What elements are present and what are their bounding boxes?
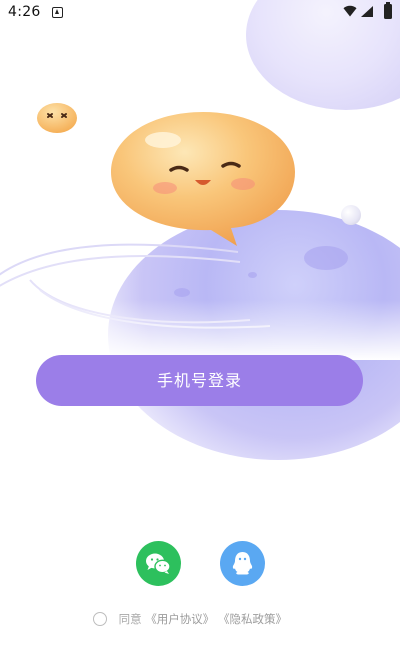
agree-checkbox[interactable] [93, 612, 107, 626]
agree-label: 同意 [118, 612, 142, 626]
login-screen: 4:26 手机号登录 同意 《用户协议》 《隐私政策》 [0, 0, 400, 667]
wechat-login-button[interactable] [136, 541, 181, 586]
agreement-row: 同意 《用户协议》 《隐私政策》 [93, 611, 287, 629]
status-time: 4:26 [8, 4, 41, 20]
mascot-small-icon [37, 103, 77, 133]
privacy-policy-link[interactable]: 《隐私政策》 [218, 612, 287, 626]
illustration-fade [0, 300, 400, 360]
signal-icon [361, 6, 373, 17]
notification-icon [52, 7, 63, 18]
wifi-icon [343, 5, 357, 17]
qq-login-button[interactable] [220, 541, 265, 586]
status-bar: 4:26 [0, 0, 400, 26]
wechat-icon [146, 553, 171, 574]
battery-icon [384, 2, 392, 19]
phone-login-label: 手机号登录 [156, 371, 242, 390]
phone-login-button[interactable]: 手机号登录 [36, 355, 363, 406]
qq-icon [232, 552, 253, 575]
user-agreement-link[interactable]: 《用户协议》 [145, 612, 214, 626]
mascot-large-icon [111, 112, 295, 246]
